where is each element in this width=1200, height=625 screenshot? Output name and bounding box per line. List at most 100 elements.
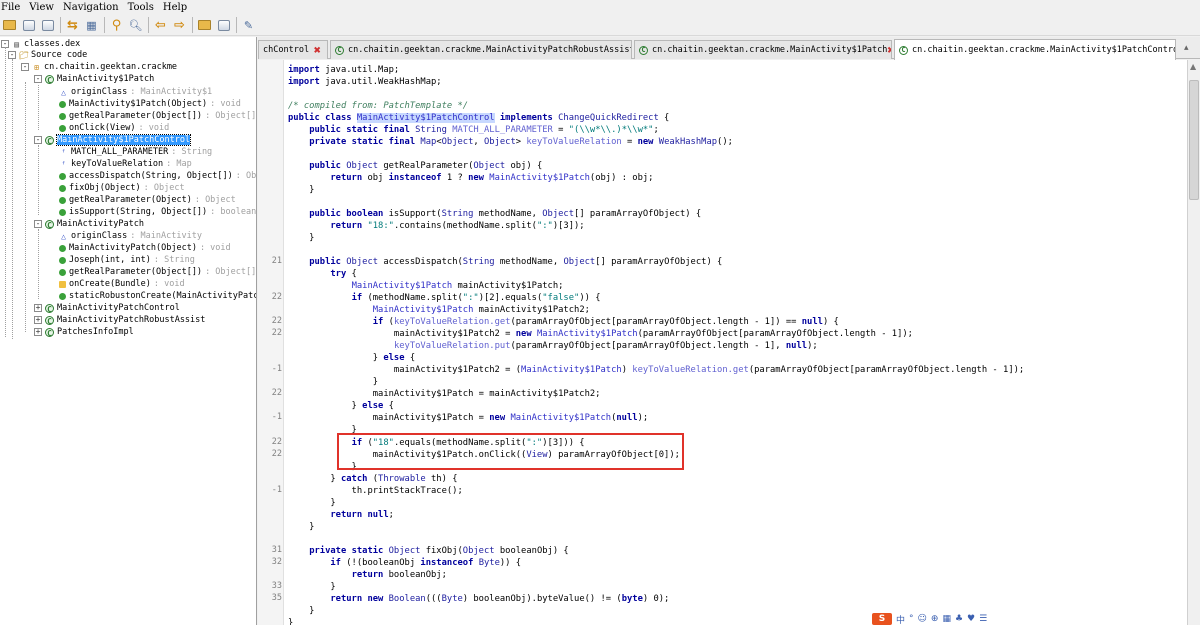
tree-node[interactable]: getRealParameter(Object): Object: [59, 194, 236, 206]
menu-help[interactable]: Help: [163, 2, 187, 13]
code-line[interactable]: }: [288, 521, 314, 533]
code-line[interactable]: public boolean isSupport(String methodNa…: [288, 208, 701, 220]
tree-node[interactable]: - C MainActivity$1PatchControl: [34, 134, 192, 146]
sogou-logo-icon[interactable]: S: [872, 613, 892, 625]
source-tree-panel[interactable]: - ▤ classes.dex - 📁︎ Source code - ⊞ cn.chaitin.…: [0, 37, 257, 625]
grid-icon[interactable]: ▦: [84, 18, 99, 33]
menu-tools[interactable]: Tools: [128, 2, 154, 13]
tree-node[interactable]: △ originClass: MainActivity: [59, 230, 202, 242]
ime-keyboard-icon[interactable]: ▦: [942, 614, 951, 624]
code-line[interactable]: if (!(booleanObj instanceof Byte)) {: [288, 557, 521, 569]
code-line[interactable]: try {: [288, 268, 356, 280]
tree-node[interactable]: + C PatchesInfoImpl: [34, 326, 134, 338]
open-icon[interactable]: [2, 18, 17, 33]
code-line[interactable]: }: [288, 497, 335, 509]
ime-punctuation-icon[interactable]: °: [909, 614, 914, 624]
code-line[interactable]: }: [288, 581, 335, 593]
code-line[interactable]: }: [288, 424, 357, 436]
collapse-toggle-icon[interactable]: -: [8, 51, 16, 59]
code-line[interactable]: return null;: [288, 509, 394, 521]
tree-node[interactable]: - C MainActivity$1Patch: [34, 73, 154, 85]
code-line[interactable]: return booleanObj;: [288, 569, 447, 581]
tree-node[interactable]: - ⊞ cn.chaitin.geektan.crackme: [21, 61, 177, 73]
tree-node[interactable]: accessDispatch(String, Object[]): Object: [59, 170, 256, 182]
collapse-toggle-icon[interactable]: -: [34, 136, 42, 144]
tree-node[interactable]: △ originClass: MainActivity$1: [59, 86, 212, 98]
ime-menu-icon[interactable]: ☰: [979, 614, 987, 624]
close-icon[interactable]: ✖: [314, 43, 321, 57]
tree-node[interactable]: onClick(View): void: [59, 122, 169, 134]
tree-node[interactable]: + C MainActivityPatchControl: [34, 302, 180, 314]
tree-node[interactable]: - C MainActivityPatch: [34, 218, 144, 230]
collapse-toggle-icon[interactable]: -: [21, 63, 29, 71]
code-line[interactable]: }: [288, 605, 314, 617]
code-line[interactable]: import java.util.WeakHashMap;: [288, 76, 442, 88]
decompile-icon[interactable]: [197, 18, 212, 33]
code-line[interactable]: private static Object fixObj(Object bool…: [288, 545, 569, 557]
log-icon[interactable]: [216, 18, 231, 33]
code-line[interactable]: return new Boolean(((Byte) booleanObj).b…: [288, 593, 669, 605]
preferences-icon[interactable]: ✎: [241, 18, 256, 33]
code-line[interactable]: }: [288, 184, 314, 196]
code-line[interactable]: } catch (Throwable th) {: [288, 473, 457, 485]
save-all-icon[interactable]: [40, 18, 55, 33]
expand-toggle-icon[interactable]: +: [34, 316, 42, 324]
tree-node[interactable]: getRealParameter(Object[]): Object[]: [59, 266, 256, 278]
close-icon[interactable]: ✖: [887, 43, 891, 57]
expand-toggle-icon[interactable]: +: [34, 304, 42, 312]
tree-node[interactable]: Joseph(int, int): String: [59, 254, 195, 266]
code-line[interactable]: mainActivity$1Patch = new MainActivity$1…: [288, 412, 648, 424]
code-line[interactable]: if ("18".equals(methodName.split(":")[3]…: [288, 437, 585, 449]
code-line[interactable]: mainActivity$1Patch = mainActivity$1Patc…: [288, 388, 601, 400]
code-line[interactable]: return "18:".contains(methodName.split("…: [288, 220, 584, 232]
tree-node[interactable]: MainActivity$1Patch(Object): void: [59, 98, 241, 110]
sync-icon[interactable]: ⇆: [65, 18, 80, 33]
code-line[interactable]: /* compiled from: PatchTemplate */: [288, 100, 468, 112]
collapse-toggle-icon[interactable]: -: [34, 75, 42, 83]
tree-node[interactable]: staticRobustonCreate(MainActivityPatch, …: [59, 290, 256, 302]
find-icon[interactable]: 🔍︎: [128, 18, 143, 33]
tree-node[interactable]: getRealParameter(Object[]): Object[]: [59, 110, 256, 122]
code-line[interactable]: if (methodName.split(":")[2].equals("fal…: [288, 292, 601, 304]
code-editor[interactable]: 21 22 22 22 -1 22 -1 22 22 -1 31 32 33 35 import java…: [258, 60, 1187, 625]
code-line[interactable]: public Object getRealParameter(Object ob…: [288, 160, 542, 172]
code-line[interactable]: }: [288, 617, 293, 625]
tree-node[interactable]: fixObj(Object): Object: [59, 182, 185, 194]
code-line[interactable]: mainActivity$1Patch2 = (MainActivity$1Pa…: [288, 364, 1024, 376]
ime-favorite-icon[interactable]: ♥: [967, 614, 975, 624]
back-arrow-icon[interactable]: ⇦: [153, 18, 168, 33]
vertical-scrollbar[interactable]: ▲: [1187, 60, 1200, 625]
wand-icon[interactable]: ⚲: [109, 18, 124, 33]
code-line[interactable]: } else {: [288, 352, 415, 364]
code-line[interactable]: mainActivity$1Patch.onClick((View) param…: [288, 449, 680, 461]
code-line[interactable]: keyToValueRelation.put(paramArrayOfObjec…: [288, 340, 818, 352]
menu-view[interactable]: View: [29, 2, 54, 13]
menu-file[interactable]: File: [1, 2, 20, 13]
tab-mainactivity-1patch[interactable]: C cn.chaitin.geektan.crackme.MainActivit…: [634, 40, 892, 59]
code-line[interactable]: }: [288, 232, 314, 244]
code-line[interactable]: }: [288, 376, 378, 388]
tab-patch-robust-assist[interactable]: C cn.chaitin.geektan.crackme.MainActivit…: [330, 40, 632, 59]
ime-emoji-icon[interactable]: ☺: [918, 614, 927, 624]
tab-list-icon[interactable]: ▴: [1184, 43, 1189, 53]
code-line[interactable]: private static final Map<Object, Object>…: [288, 136, 733, 148]
tab-patch-control-truncated[interactable]: chControl ✖: [258, 40, 328, 59]
tree-node[interactable]: + C MainActivityPatchRobustAssist: [34, 314, 205, 326]
menu-navigation[interactable]: Navigation: [63, 2, 119, 13]
code-line[interactable]: MainActivity$1Patch mainActivity$1Patch2…: [288, 304, 590, 316]
tree-node[interactable]: MainActivityPatch(Object): void: [59, 242, 231, 254]
code-line[interactable]: mainActivity$1Patch2 = new MainActivity$…: [288, 328, 913, 340]
code-line[interactable]: import java.util.Map;: [288, 64, 399, 76]
expand-toggle-icon[interactable]: +: [34, 328, 42, 336]
tree-node[interactable]: ᶠ MATCH_ALL_PARAMETER: String: [59, 146, 212, 158]
tree-node[interactable]: isSupport(String, Object[]): boolean: [59, 206, 256, 218]
code-line[interactable]: return obj instanceof 1 ? new MainActivi…: [288, 172, 653, 184]
collapse-toggle-icon[interactable]: -: [34, 220, 42, 228]
tab-mainactivity-1patchcontrol[interactable]: C cn.chaitin.geektan.crackme.MainActivit…: [894, 39, 1176, 60]
tree-node[interactable]: - 📁︎ Source code: [8, 49, 87, 61]
code-line[interactable]: }: [288, 461, 357, 473]
code-line[interactable]: th.printStackTrace();: [288, 485, 463, 497]
scroll-up-icon[interactable]: ▲: [1190, 62, 1196, 71]
code-line[interactable]: if (keyToValueRelation.get(paramArrayOfO…: [288, 316, 839, 328]
ime-skin-icon[interactable]: ♣: [955, 614, 963, 624]
